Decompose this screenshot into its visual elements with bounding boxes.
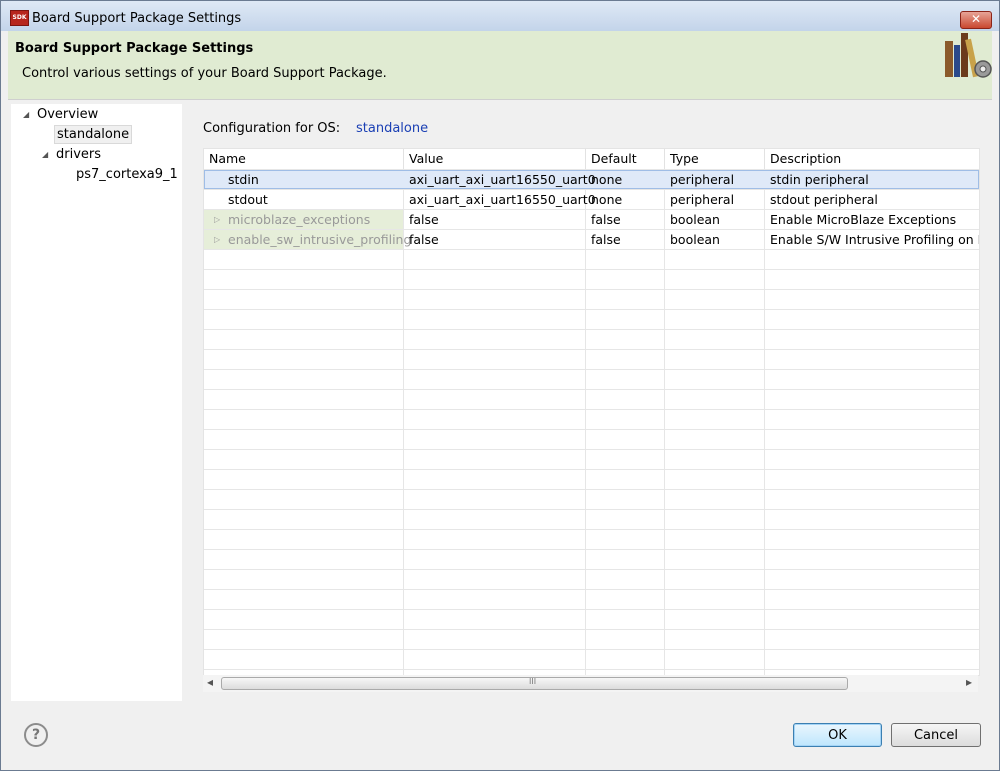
dialog-window: SDK Board Support Package Settings ✕ Boa… — [0, 0, 1000, 771]
grid-line — [204, 389, 979, 390]
tree-item-standalone[interactable]: standalone — [54, 125, 133, 144]
grid-line — [204, 289, 979, 290]
cell-name[interactable]: stdin — [228, 170, 259, 190]
cancel-button[interactable]: Cancel — [891, 723, 981, 747]
column-header-description[interactable]: Description — [765, 149, 979, 169]
cell-description: Enable S/W Intrusive Profiling on Ha — [770, 232, 979, 247]
cell-description: stdin peripheral — [770, 172, 869, 187]
cell-name[interactable]: microblaze_exceptions — [228, 210, 370, 230]
tree-item-drivers[interactable]: drivers — [56, 147, 101, 162]
cell-default: false — [591, 232, 621, 247]
cell-default: none — [591, 172, 623, 187]
sdk-app-icon: SDK — [10, 10, 29, 26]
grid-line — [204, 409, 979, 410]
horizontal-scrollbar[interactable]: ◂ III ▸ — [203, 675, 978, 692]
cell-value[interactable]: false — [409, 230, 439, 250]
header-description: Control various settings of your Board S… — [22, 66, 387, 81]
cell-type: peripheral — [670, 172, 735, 187]
grid-line — [204, 449, 979, 450]
scrollbar-thumb[interactable]: III — [221, 677, 848, 690]
title-bar: SDK Board Support Package Settings ✕ — [1, 1, 999, 31]
column-header-value[interactable]: Value — [404, 149, 586, 169]
help-button[interactable]: ? — [24, 723, 48, 747]
grid-line — [764, 149, 765, 675]
tree-item-ps7-cortexa9[interactable]: ps7_cortexa9_1 — [76, 167, 178, 182]
grid-line — [204, 529, 979, 530]
grid-line — [585, 149, 586, 675]
cell-value[interactable]: axi_uart_axi_uart16550_uart0 — [409, 170, 596, 190]
scroll-left-arrow-icon[interactable]: ◂ — [207, 675, 213, 689]
grid-line — [204, 269, 979, 270]
dialog-header: Board Support Package Settings Control v… — [8, 31, 992, 100]
collapsed-arrow-icon[interactable]: ▷ — [214, 210, 220, 230]
grid-line — [664, 149, 665, 675]
cell-name[interactable]: enable_sw_intrusive_profiling — [228, 230, 411, 250]
tree-item-overview[interactable]: Overview — [37, 107, 98, 122]
grid-line — [204, 489, 979, 490]
column-header-name[interactable]: Name — [204, 149, 404, 169]
grid-line — [204, 569, 979, 570]
window-title: Board Support Package Settings — [32, 11, 242, 26]
cell-type: boolean — [670, 212, 720, 227]
cell-default: none — [591, 192, 623, 207]
grid-line — [204, 309, 979, 310]
close-button[interactable]: ✕ — [960, 11, 992, 29]
scroll-right-arrow-icon[interactable]: ▸ — [966, 675, 972, 689]
column-header-type[interactable]: Type — [665, 149, 765, 169]
cell-name[interactable]: stdout — [228, 190, 268, 210]
ok-button[interactable]: OK — [793, 723, 882, 747]
grid-line — [204, 329, 979, 330]
settings-tree: ◢ Overview standalone ◢ drivers ps7_cort… — [11, 104, 182, 701]
grid-line — [204, 429, 979, 430]
grid-line — [204, 649, 979, 650]
cell-value[interactable]: axi_uart_axi_uart16550_uart0 — [409, 190, 596, 210]
column-header-default[interactable]: Default — [586, 149, 665, 169]
grid-line — [403, 149, 404, 675]
grid-line — [204, 609, 979, 610]
properties-table: Name Value Default Type Description stdi… — [203, 148, 980, 676]
cell-value[interactable]: false — [409, 210, 439, 230]
cell-type: boolean — [670, 232, 720, 247]
cell-type: peripheral — [670, 192, 735, 207]
collapsed-arrow-icon[interactable]: ▷ — [214, 230, 220, 250]
cell-description: stdout peripheral — [770, 192, 878, 207]
cell-description: Enable MicroBlaze Exceptions — [770, 212, 957, 227]
grid-line — [204, 369, 979, 370]
config-label: Configuration for OS: — [203, 121, 341, 136]
expanded-arrow-icon[interactable]: ◢ — [42, 150, 48, 159]
grid-line — [204, 509, 979, 510]
grid-line — [204, 629, 979, 630]
scrollbar-grip-icon: III — [529, 677, 537, 686]
grid-line — [204, 589, 979, 590]
books-gear-icon — [945, 33, 992, 78]
grid-line — [204, 349, 979, 350]
header-title: Board Support Package Settings — [15, 41, 254, 56]
cell-default: false — [591, 212, 621, 227]
grid-line — [204, 549, 979, 550]
expanded-arrow-icon[interactable]: ◢ — [23, 110, 29, 119]
grid-line — [204, 669, 979, 670]
grid-line — [204, 469, 979, 470]
os-link[interactable]: standalone — [356, 121, 428, 136]
